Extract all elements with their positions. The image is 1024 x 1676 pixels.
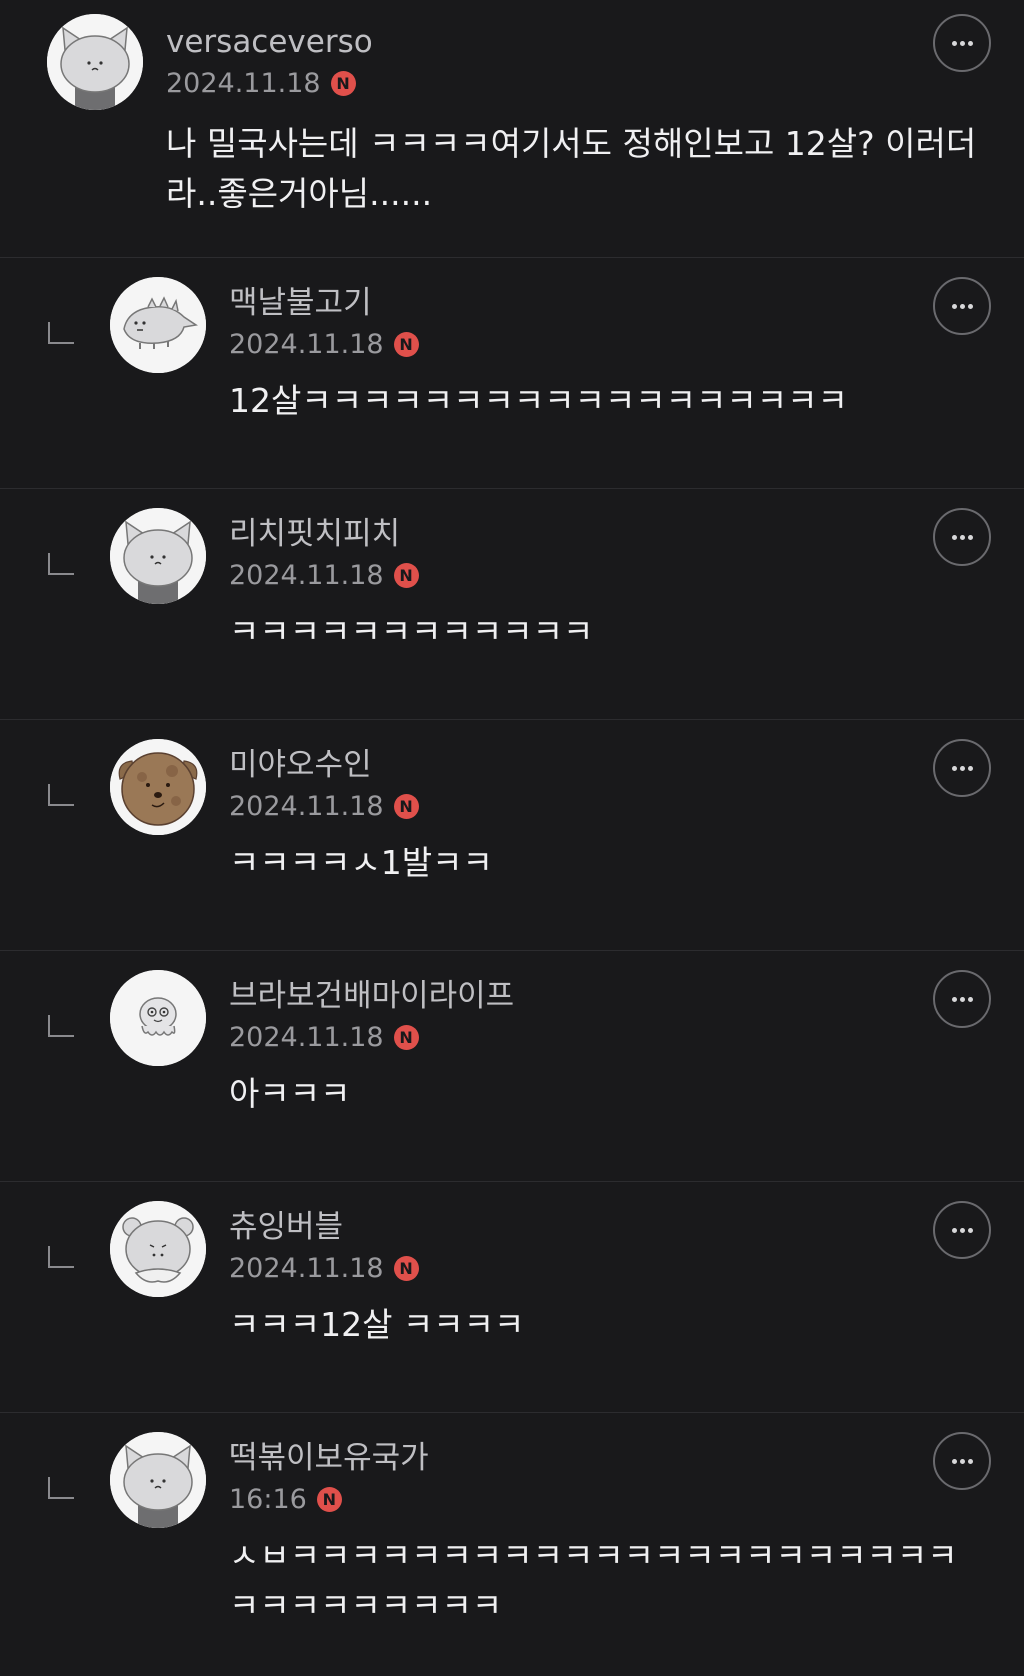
comment-date: 2024.11.18 bbox=[166, 67, 321, 99]
avatar-dino[interactable] bbox=[110, 277, 206, 373]
more-dots-icon bbox=[951, 40, 957, 46]
comment-text: ㅋㅋㅋㅋㅋㅋㅋㅋㅋㅋㅋㅋ bbox=[229, 612, 594, 651]
nickname[interactable]: versaceverso bbox=[166, 22, 984, 62]
more-dots-icon bbox=[951, 765, 957, 771]
more-dot bbox=[959, 40, 965, 46]
more-dot bbox=[959, 303, 965, 309]
comment-date: 2024.11.18 bbox=[229, 1021, 384, 1053]
more-dots-icon bbox=[951, 303, 957, 309]
more-dot bbox=[959, 1458, 965, 1464]
new-badge: N bbox=[393, 1024, 419, 1050]
more-dot bbox=[967, 40, 973, 46]
more-dots-icon bbox=[951, 534, 957, 540]
new-badge: N bbox=[330, 70, 356, 96]
avatar-brown-dog[interactable] bbox=[110, 739, 206, 835]
nickname[interactable]: 브라보건배마이라이프 bbox=[229, 976, 984, 1016]
comment-meta: 2024.11.18 N bbox=[229, 788, 984, 824]
comment-date: 2024.11.18 bbox=[229, 790, 384, 822]
reply-arrow-icon bbox=[48, 784, 74, 806]
comment-meta: 2024.11.18 N bbox=[229, 1250, 984, 1286]
more-options-button[interactable] bbox=[933, 508, 991, 566]
more-dot bbox=[967, 303, 973, 309]
more-dot bbox=[959, 534, 965, 540]
comment-meta: 2024.11.18 N bbox=[229, 557, 984, 593]
more-options-button[interactable] bbox=[933, 1432, 991, 1490]
nickname[interactable]: 맥날불고기 bbox=[229, 283, 984, 323]
new-badge: N bbox=[393, 562, 419, 588]
comment-body: 리치핏치피치 2024.11.18 N ㅋㅋㅋㅋㅋㅋㅋㅋㅋㅋㅋㅋ bbox=[229, 514, 984, 657]
more-dots-icon bbox=[951, 996, 957, 1002]
octopus-avatar-icon bbox=[110, 970, 206, 1066]
comment-text: ㅋㅋㅋㅋㅅ1발ㅋㅋ bbox=[229, 843, 493, 882]
dino-avatar-icon bbox=[110, 277, 206, 373]
avatar-cat-gray[interactable] bbox=[47, 14, 143, 110]
comment-body: 츄잉버블 2024.11.18 N ㅋㅋㅋ12살 ㅋㅋㅋㅋ bbox=[229, 1207, 984, 1350]
more-options-button[interactable] bbox=[933, 739, 991, 797]
comment-text: 나 밀국사는데 ㅋㅋㅋㅋ여기서도 정해인보고 12살? 이러더라..좋은거아님.… bbox=[166, 124, 977, 213]
comment-meta: 2024.11.18 N bbox=[229, 326, 984, 362]
reply-item: 떡볶이보유국가 16:16 N ㅅㅂㅋㅋㅋㅋㅋㅋㅋㅋㅋㅋㅋㅋㅋㅋㅋㅋㅋㅋㅋㅋㅋㅋ… bbox=[0, 1413, 1024, 1668]
more-options-button[interactable] bbox=[933, 1201, 991, 1259]
more-dots-icon bbox=[951, 1458, 957, 1464]
bear-avatar-icon bbox=[110, 1201, 206, 1297]
comment-text: ㅋㅋㅋ12살 ㅋㅋㅋㅋ bbox=[229, 1305, 525, 1344]
more-options-button[interactable] bbox=[933, 970, 991, 1028]
comment-body: versaceverso 2024.11.18 N 나 밀국사는데 ㅋㅋㅋㅋ여기… bbox=[166, 22, 984, 219]
new-badge: N bbox=[393, 1255, 419, 1281]
nickname[interactable]: 떡볶이보유국가 bbox=[229, 1438, 984, 1478]
comment-date: 2024.11.18 bbox=[229, 559, 384, 591]
nickname[interactable]: 미야오수인 bbox=[229, 745, 984, 785]
comment-text: ㅅㅂㅋㅋㅋㅋㅋㅋㅋㅋㅋㅋㅋㅋㅋㅋㅋㅋㅋㅋㅋㅋㅋㅋㅋㅋㅋㅋㅋㅋㅋㅋㅋ bbox=[229, 1536, 958, 1625]
comment-meta: 2024.11.18 N bbox=[229, 1019, 984, 1055]
new-badge: N bbox=[393, 331, 419, 357]
reply-arrow-icon bbox=[48, 1015, 74, 1037]
more-dot bbox=[967, 1227, 973, 1233]
comment-body: 떡볶이보유국가 16:16 N ㅅㅂㅋㅋㅋㅋㅋㅋㅋㅋㅋㅋㅋㅋㅋㅋㅋㅋㅋㅋㅋㅋㅋㅋ… bbox=[229, 1438, 984, 1631]
avatar-bear[interactable] bbox=[110, 1201, 206, 1297]
reply-arrow-icon bbox=[48, 1477, 74, 1499]
comment-body: 맥날불고기 2024.11.18 N 12살ㅋㅋㅋㅋㅋㅋㅋㅋㅋㅋㅋㅋㅋㅋㅋㅋㅋㅋ bbox=[229, 283, 984, 426]
comment-meta: 2024.11.18 N bbox=[166, 65, 984, 101]
reply-arrow-icon bbox=[48, 322, 74, 344]
more-dot bbox=[967, 534, 973, 540]
reply-item: 츄잉버블 2024.11.18 N ㅋㅋㅋ12살 ㅋㅋㅋㅋ bbox=[0, 1182, 1024, 1413]
more-dot bbox=[967, 765, 973, 771]
reply-item: 맥날불고기 2024.11.18 N 12살ㅋㅋㅋㅋㅋㅋㅋㅋㅋㅋㅋㅋㅋㅋㅋㅋㅋㅋ bbox=[0, 258, 1024, 489]
more-dot bbox=[959, 765, 965, 771]
cat-gray-avatar-icon bbox=[47, 14, 143, 110]
nickname[interactable]: 리치핏치피치 bbox=[229, 514, 984, 554]
cat-gray-avatar-icon bbox=[110, 508, 206, 604]
new-badge: N bbox=[316, 1486, 342, 1512]
cat-gray-avatar-icon bbox=[110, 1432, 206, 1528]
reply-arrow-icon bbox=[48, 553, 74, 575]
more-dot bbox=[967, 996, 973, 1002]
brown-dog-avatar-icon bbox=[110, 739, 206, 835]
nickname[interactable]: 츄잉버블 bbox=[229, 1207, 984, 1247]
reply-item: 미야오수인 2024.11.18 N ㅋㅋㅋㅋㅅ1발ㅋㅋ bbox=[0, 720, 1024, 951]
reply-item: 브라보건배마이라이프 2024.11.18 N 아ㅋㅋㅋ bbox=[0, 951, 1024, 1182]
comment-date: 2024.11.18 bbox=[229, 328, 384, 360]
comment-date: 2024.11.18 bbox=[229, 1252, 384, 1284]
more-options-button[interactable] bbox=[933, 14, 991, 72]
comment-body: 브라보건배마이라이프 2024.11.18 N 아ㅋㅋㅋ bbox=[229, 976, 984, 1119]
avatar-cat-gray[interactable] bbox=[110, 508, 206, 604]
more-dots-icon bbox=[951, 1227, 957, 1233]
comment-date: 16:16 bbox=[229, 1483, 307, 1515]
comment-list: versaceverso 2024.11.18 N 나 밀국사는데 ㅋㅋㅋㅋ여기… bbox=[0, 0, 1024, 1668]
more-dot bbox=[967, 1458, 973, 1464]
more-options-button[interactable] bbox=[933, 277, 991, 335]
comment-text: 12살ㅋㅋㅋㅋㅋㅋㅋㅋㅋㅋㅋㅋㅋㅋㅋㅋㅋㅋ bbox=[229, 381, 848, 420]
new-badge: N bbox=[393, 793, 419, 819]
more-dot bbox=[959, 996, 965, 1002]
reply-arrow-icon bbox=[48, 1246, 74, 1268]
avatar-octopus[interactable] bbox=[110, 970, 206, 1066]
more-dot bbox=[959, 1227, 965, 1233]
comment-meta: 16:16 N bbox=[229, 1481, 984, 1517]
reply-item: 리치핏치피치 2024.11.18 N ㅋㅋㅋㅋㅋㅋㅋㅋㅋㅋㅋㅋ bbox=[0, 489, 1024, 720]
comment-body: 미야오수인 2024.11.18 N ㅋㅋㅋㅋㅅ1발ㅋㅋ bbox=[229, 745, 984, 888]
comment-text: 아ㅋㅋㅋ bbox=[229, 1074, 351, 1113]
comment-item: versaceverso 2024.11.18 N 나 밀국사는데 ㅋㅋㅋㅋ여기… bbox=[0, 0, 1024, 258]
avatar-cat-gray[interactable] bbox=[110, 1432, 206, 1528]
